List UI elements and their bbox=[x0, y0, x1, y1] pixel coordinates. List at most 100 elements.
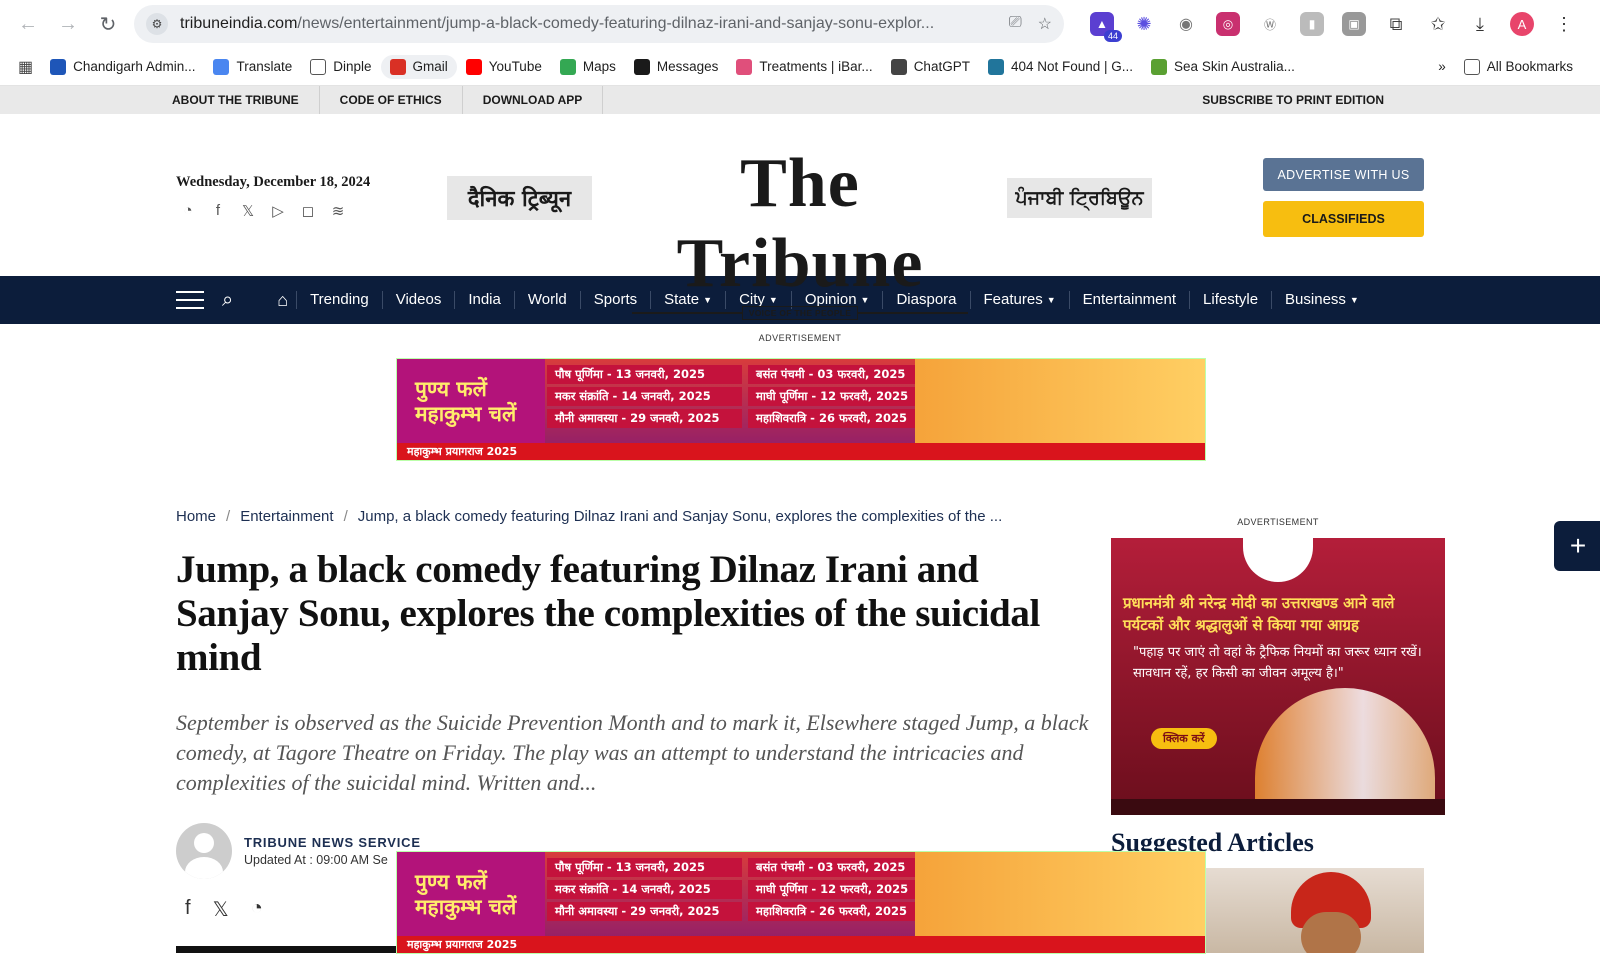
nav-item-label: Features bbox=[983, 291, 1043, 308]
sidebar-ad[interactable]: प्रधानमंत्री श्री नरेन्द्र मोदी का उत्तर… bbox=[1111, 538, 1445, 815]
x-icon[interactable]: 𝕏 bbox=[240, 202, 256, 220]
bookmark-favicon-icon bbox=[1151, 58, 1168, 75]
install-app-icon[interactable]: ⎚ bbox=[1009, 14, 1022, 34]
nav-item-videos[interactable]: Videos bbox=[381, 291, 455, 309]
nav-item-label: Business bbox=[1285, 291, 1346, 308]
url-text[interactable]: tribuneindia.com/news/entertainment/jump… bbox=[180, 15, 997, 33]
camera-icon[interactable]: ◉ bbox=[1174, 12, 1198, 36]
logo-wordmark: The Tribune bbox=[676, 145, 924, 302]
ad-banner-title: पुण्य फलें महाकुम्भ चलें bbox=[397, 359, 545, 445]
menu-dots-icon[interactable]: ⋮ bbox=[1552, 12, 1576, 36]
bookmark-favicon-icon bbox=[389, 58, 406, 75]
tagline-rule bbox=[858, 312, 969, 314]
x-share-icon[interactable]: 𝕏 bbox=[213, 897, 229, 922]
bookmark-item[interactable]: Messages bbox=[625, 55, 728, 79]
breadcrumb-home[interactable]: Home bbox=[176, 508, 216, 525]
bookmark-item[interactable]: YouTube bbox=[457, 55, 551, 79]
caret-down-icon: ▼ bbox=[1046, 295, 1056, 305]
breadcrumb-current: Jump, a black comedy featuring Dilnaz Ir… bbox=[357, 508, 1003, 525]
ad-banner-footer: महाकुम्भ प्रयागराज 2025 bbox=[397, 443, 1205, 460]
bookmark-item[interactable]: Dinple bbox=[301, 55, 380, 79]
about-link[interactable]: ABOUT THE TRIBUNE bbox=[172, 86, 320, 114]
reading-list-icon[interactable]: ✩ bbox=[1426, 12, 1450, 36]
extension-photo-icon[interactable]: ▣ bbox=[1342, 12, 1366, 36]
bookmark-item[interactable]: Translate bbox=[204, 55, 301, 79]
all-bookmarks-button[interactable]: All Bookmarks bbox=[1455, 55, 1582, 79]
masthead: Wednesday, December 18, 2024 ◔ f 𝕏 ▷ ◻ ≋… bbox=[0, 114, 1600, 320]
nav-item-trending[interactable]: Trending bbox=[296, 291, 382, 309]
nav-item-world[interactable]: World bbox=[513, 291, 580, 309]
back-icon[interactable]: ← bbox=[10, 6, 46, 42]
extension-color-icon[interactable]: ◎ bbox=[1216, 12, 1240, 36]
address-bar[interactable]: ⚙ tribuneindia.com/news/entertainment/ju… bbox=[134, 5, 1064, 43]
sidebar-ad-quote: "पहाड़ पर जाएं तो वहां के ट्रैफिक नियमों… bbox=[1133, 645, 1422, 681]
nav-item-lifestyle[interactable]: Lifestyle bbox=[1189, 291, 1271, 309]
youtube-icon[interactable]: ▷ bbox=[270, 202, 286, 220]
facebook-share-icon[interactable]: f bbox=[185, 897, 191, 922]
sidebar-ad-label: ADVERTISEMENT bbox=[1237, 517, 1319, 527]
facebook-icon[interactable]: f bbox=[210, 202, 226, 220]
video-thumbnail[interactable] bbox=[176, 946, 396, 953]
whatsapp-share-icon[interactable]: ◔ bbox=[251, 897, 263, 922]
hamburger-menu-icon[interactable] bbox=[176, 291, 204, 309]
extension-hat-icon[interactable]: ▲ 44 bbox=[1090, 12, 1122, 42]
bookmark-favicon-icon bbox=[50, 58, 67, 75]
bookmark-item[interactable]: Gmail bbox=[380, 54, 457, 79]
bookmark-item[interactable]: Chandigarh Admin... bbox=[41, 55, 204, 79]
download-app-link[interactable]: DOWNLOAD APP bbox=[463, 86, 604, 114]
search-icon[interactable]: ⌕ bbox=[222, 289, 233, 312]
reload-icon[interactable]: ↻ bbox=[90, 6, 126, 42]
bookmark-item[interactable]: ChatGPT bbox=[882, 55, 979, 79]
wordpress-icon[interactable]: Ⓦ bbox=[1258, 12, 1282, 36]
site-settings-icon[interactable]: ⚙ bbox=[146, 13, 168, 35]
ad-label: ADVERTISEMENT bbox=[758, 333, 842, 343]
bookmark-item[interactable]: Maps bbox=[551, 55, 625, 79]
extension-sparkle-icon[interactable]: ✺ bbox=[1132, 12, 1156, 36]
subscribe-link[interactable]: SUBSCRIBE TO PRINT EDITION bbox=[1202, 93, 1384, 107]
ad-date-row: मौनी अमावस्या - 29 जनवरी, 2025 bbox=[547, 902, 742, 921]
nav-item-india[interactable]: India bbox=[454, 291, 514, 309]
extensions-puzzle-icon[interactable]: ⧉ bbox=[1384, 12, 1408, 36]
nav-item-entertainment[interactable]: Entertainment bbox=[1068, 291, 1189, 309]
floating-plus-button[interactable]: + bbox=[1554, 521, 1600, 571]
emblem-icon bbox=[1243, 538, 1313, 582]
punjabi-tribune-logo[interactable]: ਪੰਜਾਬੀ ਟ੍ਰਿਬਿਊਨ bbox=[1007, 178, 1152, 218]
home-icon[interactable]: ⌂ bbox=[277, 290, 288, 311]
extension-grey-icon[interactable]: ▮ bbox=[1300, 12, 1324, 36]
folder-icon bbox=[1463, 58, 1480, 75]
advertise-button[interactable]: ADVERTISE WITH US bbox=[1263, 158, 1424, 191]
apps-grid-icon[interactable]: ▦ bbox=[18, 57, 33, 77]
download-icon[interactable]: ⤓ bbox=[1468, 12, 1492, 36]
bookmark-item[interactable]: Treatments | iBar... bbox=[727, 55, 881, 79]
ad-date-row: पौष पूर्णिमा - 13 जनवरी, 2025 bbox=[547, 858, 742, 877]
bookmark-star-icon[interactable]: ☆ bbox=[1038, 14, 1052, 34]
sidebar-ad-click-button[interactable]: क्लिक करें bbox=[1151, 728, 1217, 749]
classifieds-button[interactable]: CLASSIFIEDS bbox=[1263, 201, 1424, 237]
code-of-ethics-link[interactable]: CODE OF ETHICS bbox=[320, 86, 463, 114]
author-name[interactable]: TRIBUNE NEWS SERVICE bbox=[244, 835, 421, 850]
bookmark-favicon-icon bbox=[559, 58, 576, 75]
bookmark-label: Chandigarh Admin... bbox=[73, 59, 196, 74]
caret-down-icon: ▼ bbox=[1349, 295, 1359, 305]
sticky-ad-banner[interactable]: पुण्य फलें महाकुम्भ चलें पौष पूर्णिमा - … bbox=[396, 851, 1206, 954]
breadcrumb: Home / Entertainment / Jump, a black com… bbox=[176, 508, 1002, 525]
ad-banner-photos bbox=[915, 359, 1205, 445]
bookmark-item[interactable]: Sea Skin Australia... bbox=[1142, 55, 1304, 79]
nav-item-features[interactable]: Features ▼ bbox=[969, 291, 1069, 309]
instagram-icon[interactable]: ◻ bbox=[300, 202, 316, 220]
site-logo[interactable]: The Tribune VOICE OF THE PEOPLE bbox=[625, 144, 975, 320]
ad-date-row: मौनी अमावस्या - 29 जनवरी, 2025 bbox=[547, 409, 742, 428]
bookmark-label: Sea Skin Australia... bbox=[1174, 59, 1295, 74]
whatsapp-icon[interactable]: ◔ bbox=[180, 202, 196, 220]
ad-banner-title: पुण्य फलें महाकुम्भ चलें bbox=[397, 852, 545, 938]
more-bookmarks-button[interactable]: » bbox=[1429, 55, 1455, 78]
ad-date-row: बसंत पंचमी - 03 फरवरी, 2025 bbox=[748, 858, 943, 877]
rss-icon[interactable]: ≋ bbox=[330, 202, 346, 220]
dainik-tribune-logo[interactable]: दैनिक ट्रिब्यून bbox=[447, 176, 592, 220]
nav-item-business[interactable]: Business ▼ bbox=[1271, 291, 1372, 309]
top-ad-banner[interactable]: पुण्य फलें महाकुम्भ चलें पौष पूर्णिमा - … bbox=[396, 358, 1206, 461]
profile-avatar[interactable]: A bbox=[1510, 12, 1534, 36]
breadcrumb-section[interactable]: Entertainment bbox=[240, 508, 333, 525]
bookmark-item[interactable]: 404 Not Found | G... bbox=[979, 55, 1142, 79]
forward-icon[interactable]: → bbox=[50, 6, 86, 42]
